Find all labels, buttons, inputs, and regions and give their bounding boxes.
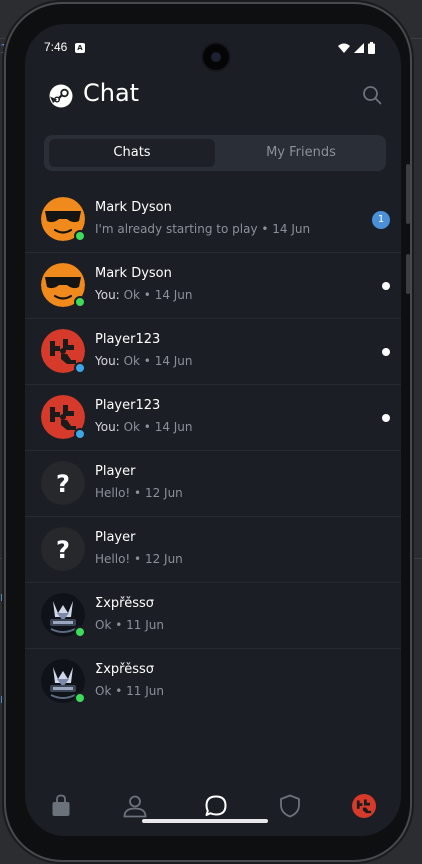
app-header: Chat <box>25 76 401 116</box>
search-icon[interactable] <box>361 84 383 106</box>
volume-button <box>406 164 410 224</box>
you-prefix: You: <box>95 288 120 302</box>
message-date: 12 Jun <box>144 552 183 566</box>
nav-profile[interactable] <box>121 792 149 820</box>
chat-bubble-icon <box>205 795 227 816</box>
unread-dot <box>382 282 390 290</box>
svg-text:?: ? <box>56 536 70 564</box>
online-status-dot <box>74 626 86 638</box>
front-camera <box>203 44 229 70</box>
nav-account[interactable] <box>350 792 378 820</box>
phone-frame: 7:46 A Chat Chats My Friends Mark Dyson … <box>6 4 410 860</box>
chat-list-item[interactable]: ? Player Hello! • 12 Jun <box>25 451 401 517</box>
page-title: Chat <box>83 79 140 107</box>
cellular-signal-icon <box>354 43 364 53</box>
message-text: Hello! <box>95 486 131 500</box>
chat-name: Player <box>95 464 136 479</box>
question-mark-avatar: ? <box>41 527 85 571</box>
tab-chats[interactable]: Chats <box>49 139 215 167</box>
chat-list-item[interactable]: Σxpřěssσ Ok • 11 Jun <box>25 649 401 714</box>
chat-list-item[interactable]: Mark Dyson You: Ok • 14 Jun <box>25 253 401 319</box>
unread-dot <box>382 348 390 356</box>
battery-icon <box>368 42 375 54</box>
away-status-dot <box>74 428 86 440</box>
message-text: Hello! <box>95 552 131 566</box>
message-text: Ok <box>123 288 140 302</box>
status-time: 7:46 <box>44 40 68 54</box>
chat-tabs: Chats My Friends <box>44 135 386 171</box>
svg-text:?: ? <box>56 470 70 498</box>
you-prefix: You: <box>95 354 120 368</box>
chat-preview: Ok • 11 Jun <box>95 684 164 698</box>
message-text: Ok <box>95 684 112 698</box>
unread-dot <box>382 414 390 422</box>
status-bar: 7:46 A <box>25 24 401 70</box>
message-date: 14 Jun <box>154 354 193 368</box>
tab-my-friends[interactable]: My Friends <box>219 139 383 167</box>
profile-icon <box>123 795 147 818</box>
message-text: Ok <box>123 354 140 368</box>
chat-name: Mark Dyson <box>95 200 172 215</box>
power-button <box>406 254 410 294</box>
notification-icon: A <box>75 43 85 53</box>
chat-preview: You: Ok • 14 Jun <box>95 420 193 434</box>
message-date: 14 Jun <box>272 222 311 236</box>
message-date: 11 Jun <box>126 684 164 698</box>
chat-list-item[interactable]: Player123 You: Ok • 14 Jun <box>25 319 401 385</box>
question-mark-avatar: ? <box>41 461 85 505</box>
chat-list-item[interactable]: Σxpřěssσ Ok • 11 Jun <box>25 583 401 649</box>
away-status-dot <box>74 362 86 374</box>
shopping-bag-icon <box>52 794 70 816</box>
chat-name: Mark Dyson <box>95 266 172 281</box>
nav-store[interactable] <box>47 792 75 820</box>
chat-preview: Ok • 11 Jun <box>95 618 164 632</box>
chat-preview: Hello! • 12 Jun <box>95 486 183 500</box>
chat-name: Player123 <box>95 398 161 413</box>
you-prefix: You: <box>95 420 120 434</box>
message-date: 14 Jun <box>154 288 193 302</box>
message-date: 14 Jun <box>154 420 193 434</box>
user-avatar-icon <box>352 794 376 818</box>
home-indicator[interactable] <box>142 819 268 823</box>
status-icons <box>338 42 375 54</box>
online-status-dot <box>74 692 86 704</box>
chat-preview: You: Ok • 14 Jun <box>95 288 193 302</box>
shield-icon <box>280 794 300 818</box>
phone-screen: 7:46 A Chat Chats My Friends Mark Dyson … <box>25 24 401 836</box>
chat-list-item[interactable]: ? Player Hello! • 12 Jun <box>25 517 401 583</box>
online-status-dot <box>74 296 86 308</box>
message-text: Ok <box>123 420 140 434</box>
chat-name: Σxpřěssσ <box>95 596 155 611</box>
online-status-dot <box>74 230 86 242</box>
chat-preview: Hello! • 12 Jun <box>95 552 183 566</box>
chat-name: Player <box>95 530 136 545</box>
chat-name: Σxpřěssσ <box>95 662 155 677</box>
chat-list: Mark Dyson I'm already starting to play … <box>25 187 401 714</box>
chat-preview: I'm already starting to play • 14 Jun <box>95 222 311 236</box>
unread-count-badge: 1 <box>372 211 390 229</box>
message-date: 11 Jun <box>126 618 164 632</box>
nav-security[interactable] <box>276 792 304 820</box>
message-date: 12 Jun <box>144 486 183 500</box>
chat-name: Player123 <box>95 332 161 347</box>
message-text: I'm already starting to play <box>95 222 258 236</box>
message-text: Ok <box>95 618 112 632</box>
steam-logo-icon <box>49 84 73 108</box>
chat-preview: You: Ok • 14 Jun <box>95 354 193 368</box>
wifi-icon <box>338 43 350 53</box>
chat-list-item[interactable]: Mark Dyson I'm already starting to play … <box>25 187 401 253</box>
chat-list-item[interactable]: Player123 You: Ok • 14 Jun <box>25 385 401 451</box>
nav-chat[interactable] <box>202 792 230 820</box>
